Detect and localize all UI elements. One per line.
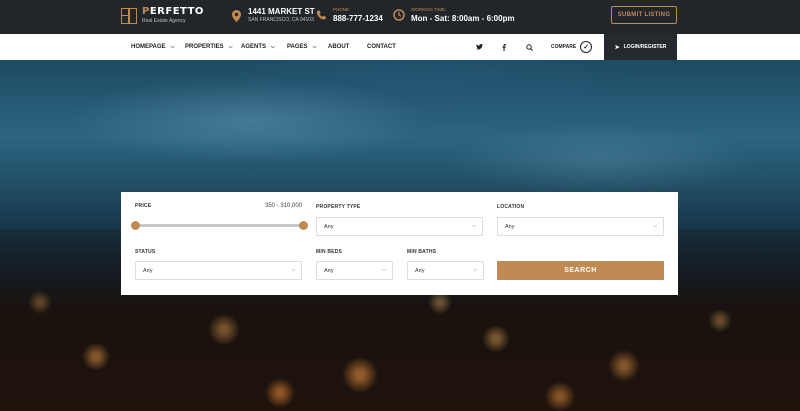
phone-icon bbox=[315, 8, 327, 22]
status-select[interactable]: Any ⌵ bbox=[135, 261, 302, 280]
chevron-down-icon: ⌵ bbox=[271, 44, 275, 50]
min-beds-label: MIN BEDS bbox=[316, 249, 343, 255]
price-slider-max-handle[interactable] bbox=[298, 221, 308, 230]
location-label: LOCATION bbox=[497, 204, 525, 210]
submit-listing-button[interactable]: SUBMIT LISTING bbox=[611, 6, 677, 24]
logo-name: PERFETTO bbox=[142, 6, 204, 17]
nav-item-about[interactable]: ABOUT bbox=[328, 34, 349, 60]
phone-label: PHONE: bbox=[333, 7, 351, 12]
min-baths-label: MIN BATHS bbox=[407, 249, 437, 255]
nav-item-properties[interactable]: PROPERTIES ⌵ bbox=[185, 34, 232, 60]
price-range-value: 350 - 310,000 bbox=[265, 203, 303, 209]
address-main: 1441 MARKET ST bbox=[248, 7, 315, 16]
price-slider-min-handle[interactable] bbox=[130, 221, 140, 230]
facebook-icon[interactable] bbox=[502, 34, 506, 60]
min-beds-select[interactable]: Any ⌵ bbox=[316, 261, 393, 280]
login-register-button[interactable]: ➤ LOGIN/REGISTER bbox=[604, 34, 677, 60]
check-circle-icon: ✓ bbox=[580, 41, 593, 53]
property-type-select[interactable]: Any ⌵ bbox=[316, 217, 483, 236]
chevron-down-icon: ⌵ bbox=[473, 267, 477, 273]
logo-mark-icon bbox=[121, 7, 137, 24]
price-slider-track[interactable] bbox=[135, 224, 303, 227]
status-label: STATUS bbox=[135, 249, 156, 255]
hours-value: Mon - Sat: 8:00am - 6:00pm bbox=[411, 13, 515, 23]
hours-info: WORKING TIME: Mon - Sat: 8:00am - 6:00pm bbox=[393, 7, 515, 23]
search-icon[interactable] bbox=[526, 34, 533, 60]
location-select[interactable]: Any ⌵ bbox=[497, 217, 664, 236]
twitter-icon[interactable] bbox=[476, 34, 483, 60]
nav-item-pages[interactable]: PAGES ⌵ bbox=[287, 34, 316, 60]
phone-info: PHONE: 888-777-1234 bbox=[315, 7, 383, 23]
nav-item-contact[interactable]: CONTACT bbox=[367, 34, 396, 60]
top-bar: PERFETTO Real Estate Agency 1441 MARKET … bbox=[0, 0, 800, 34]
main-nav: HOMEPAGE ⌵ PROPERTIES ⌵ AGENTS ⌵ PAGES ⌵ ABO… bbox=[0, 34, 800, 60]
chevron-down-icon: ⌵ bbox=[228, 44, 233, 50]
hours-label: WORKING TIME: bbox=[411, 7, 447, 12]
site-logo[interactable]: PERFETTO Real Estate Agency bbox=[121, 7, 204, 24]
clock-icon bbox=[393, 8, 405, 22]
chevron-down-icon: ⌵ bbox=[382, 267, 386, 273]
logo-tagline: Real Estate Agency bbox=[142, 18, 186, 24]
phone-number[interactable]: 888-777-1234 bbox=[333, 14, 383, 23]
chevron-down-icon: ⌵ bbox=[472, 223, 476, 229]
nav-item-homepage[interactable]: HOMEPAGE ⌵ bbox=[131, 34, 174, 60]
address-info: 1441 MARKET ST SAN FRANCISCO, CA 94103 bbox=[230, 8, 315, 23]
chevron-down-icon: ⌵ bbox=[312, 44, 317, 50]
address-sub: SAN FRANCISCO, CA 94103 bbox=[248, 17, 314, 23]
price-label: PRICE bbox=[135, 203, 152, 209]
compare-button[interactable]: COMPARE ✓ bbox=[551, 34, 593, 60]
min-baths-select[interactable]: Any ⌵ bbox=[407, 261, 484, 280]
login-arrow-icon: ➤ bbox=[614, 44, 620, 51]
location-pin-icon bbox=[230, 9, 242, 23]
chevron-down-icon: ⌵ bbox=[170, 44, 175, 50]
nav-item-agents[interactable]: AGENTS ⌵ bbox=[241, 34, 275, 60]
chevron-down-icon: ⌵ bbox=[653, 223, 657, 229]
property-type-label: PROPERTY TYPE bbox=[316, 204, 361, 210]
search-button[interactable]: SEARCH bbox=[497, 261, 664, 280]
chevron-down-icon: ⌵ bbox=[291, 267, 295, 273]
